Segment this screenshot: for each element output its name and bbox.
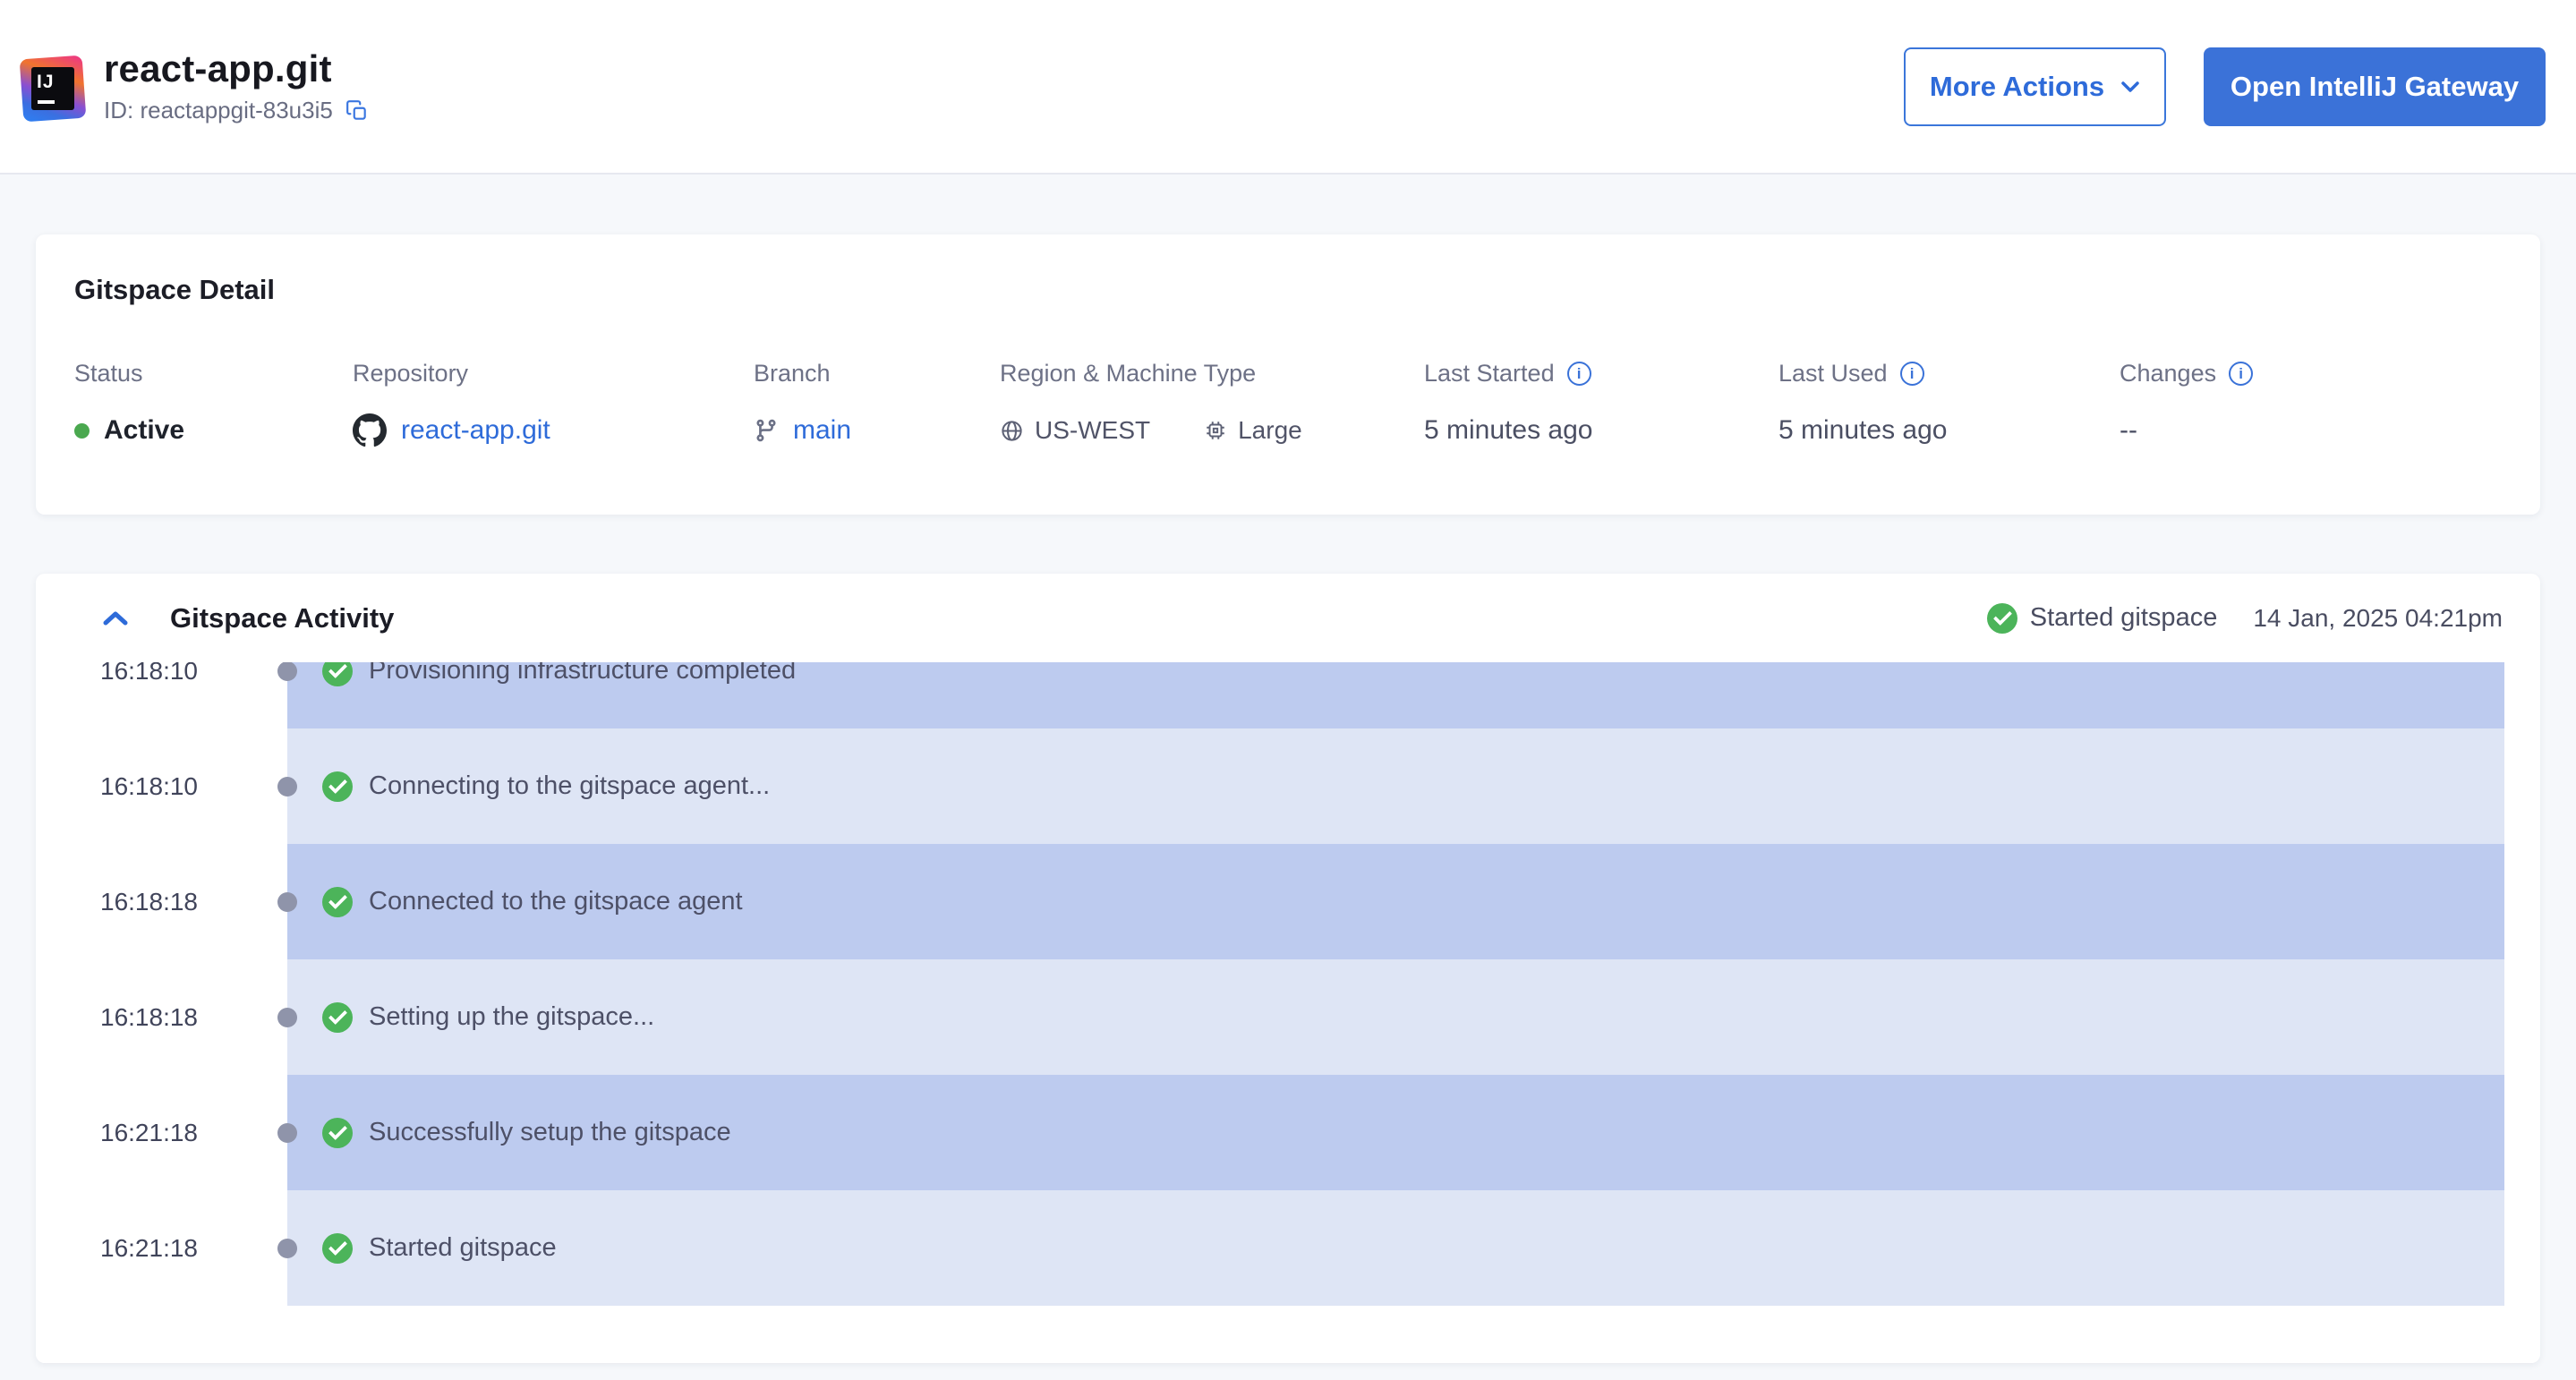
activity-row: 16:18:10 Provisioning infrastructure com… — [36, 662, 2540, 728]
copy-id-button[interactable] — [345, 99, 369, 123]
gitspace-id: ID: reactappgit-83u3i5 — [104, 97, 333, 124]
activity-timestamp: 16:21:18 — [100, 1234, 198, 1263]
repository-link[interactable]: react-app.git — [401, 415, 550, 446]
repository-label: Repository — [353, 360, 754, 388]
git-branch-icon — [754, 418, 779, 443]
timeline-dot — [277, 777, 297, 796]
success-check-icon — [322, 1233, 353, 1264]
info-icon[interactable]: i — [2229, 362, 2253, 386]
activity-message: Successfully setup the gitspace — [369, 1118, 731, 1147]
activity-message: Started gitspace — [369, 1233, 557, 1263]
success-check-icon — [322, 1002, 353, 1033]
activity-message: Connecting to the gitspace agent... — [369, 771, 770, 801]
copy-icon — [345, 99, 369, 123]
info-icon[interactable]: i — [1567, 362, 1591, 386]
machine-type-value: Large — [1238, 416, 1302, 445]
intellij-logo-underline — [38, 100, 55, 104]
activity-row: 16:18:18 Connected to the gitspace agent — [36, 844, 2540, 959]
status-value: Active — [104, 415, 184, 446]
activity-log-scroll-area[interactable]: 16:18:10 Provisioning infrastructure com… — [36, 662, 2540, 1363]
field-repository: Repository react-app.git — [353, 360, 754, 448]
last-started-value: 5 minutes ago — [1424, 413, 1778, 448]
activity-message: Setting up the gitspace... — [369, 1002, 654, 1032]
status-active-dot — [74, 423, 90, 439]
last-used-label: Last Used — [1778, 360, 1888, 388]
activity-timestamp: 16:18:10 — [100, 772, 198, 801]
top-bar: IJ react-app.git ID: reactappgit-83u3i5 … — [0, 0, 2576, 175]
success-check-icon — [322, 662, 353, 686]
field-changes: Changes i -- — [2120, 360, 2504, 448]
branch-label: Branch — [754, 360, 1000, 388]
timeline-dot — [277, 1008, 297, 1027]
latest-event-label: Started gitspace — [2030, 603, 2218, 633]
success-check-icon — [1987, 603, 2017, 634]
activity-row: 16:21:18 Successfully setup the gitspace — [36, 1075, 2540, 1190]
timeline-dot — [277, 1123, 297, 1143]
activity-row: 16:21:18 Started gitspace — [36, 1190, 2540, 1306]
machine-type-icon — [1204, 419, 1227, 442]
globe-icon — [1000, 419, 1024, 443]
activity-header: Gitspace Activity Started gitspace 14 Ja… — [36, 574, 2540, 662]
field-last-started: Last Started i 5 minutes ago — [1424, 360, 1778, 448]
field-status: Status Active — [74, 360, 353, 448]
status-label: Status — [74, 360, 353, 388]
chevron-down-icon — [2120, 81, 2140, 93]
timeline-dot — [277, 1239, 297, 1258]
github-icon — [353, 413, 387, 447]
chevron-up-icon — [102, 609, 129, 627]
activity-title: Gitspace Activity — [170, 602, 394, 635]
region-value: US-WEST — [1035, 416, 1150, 445]
success-check-icon — [322, 771, 353, 802]
success-check-icon — [322, 887, 353, 917]
field-last-used: Last Used i 5 minutes ago — [1778, 360, 2120, 448]
intellij-logo-monogram: IJ — [37, 72, 69, 91]
more-actions-button[interactable]: More Actions — [1904, 47, 2166, 126]
activity-timestamp: 16:18:18 — [100, 888, 198, 916]
gitspace-detail-card: Gitspace Detail Status Active Repository… — [36, 234, 2540, 515]
activity-row: 16:18:18 Setting up the gitspace... — [36, 959, 2540, 1075]
changes-value: -- — [2120, 413, 2504, 448]
activity-timestamp: 16:18:10 — [100, 662, 198, 686]
intellij-logo: IJ — [21, 57, 84, 120]
branch-link[interactable]: main — [793, 415, 851, 446]
more-actions-label: More Actions — [1930, 71, 2104, 103]
timeline-dot — [277, 892, 297, 912]
timeline-dot — [277, 662, 297, 681]
activity-message: Provisioning infrastructure completed — [369, 662, 796, 686]
activity-timestamp: 16:18:18 — [100, 1003, 198, 1032]
activity-timestamp: 16:21:18 — [100, 1119, 198, 1147]
success-check-icon — [322, 1118, 353, 1148]
field-branch: Branch main — [754, 360, 1000, 448]
last-started-label: Last Started — [1424, 360, 1555, 388]
latest-event-timestamp: 14 Jan, 2025 04:21pm — [2253, 604, 2503, 633]
activity-message: Connected to the gitspace agent — [369, 887, 743, 916]
changes-label: Changes — [2120, 360, 2216, 388]
activity-row: 16:18:10 Connecting to the gitspace agen… — [36, 728, 2540, 844]
collapse-activity-button[interactable] — [102, 609, 129, 627]
intellij-logo-badge: IJ — [31, 67, 74, 110]
page-title: react-app.git — [104, 48, 369, 89]
detail-card-title: Gitspace Detail — [74, 274, 2504, 306]
region-machine-label: Region & Machine Type — [1000, 360, 1424, 388]
open-intellij-gateway-button[interactable]: Open IntelliJ Gateway — [2204, 47, 2546, 126]
gitspace-activity-card: Gitspace Activity Started gitspace 14 Ja… — [36, 574, 2540, 1363]
field-region-machine: Region & Machine Type US-WEST — [1000, 360, 1424, 448]
last-used-value: 5 minutes ago — [1778, 413, 2120, 448]
info-icon[interactable]: i — [1900, 362, 1924, 386]
